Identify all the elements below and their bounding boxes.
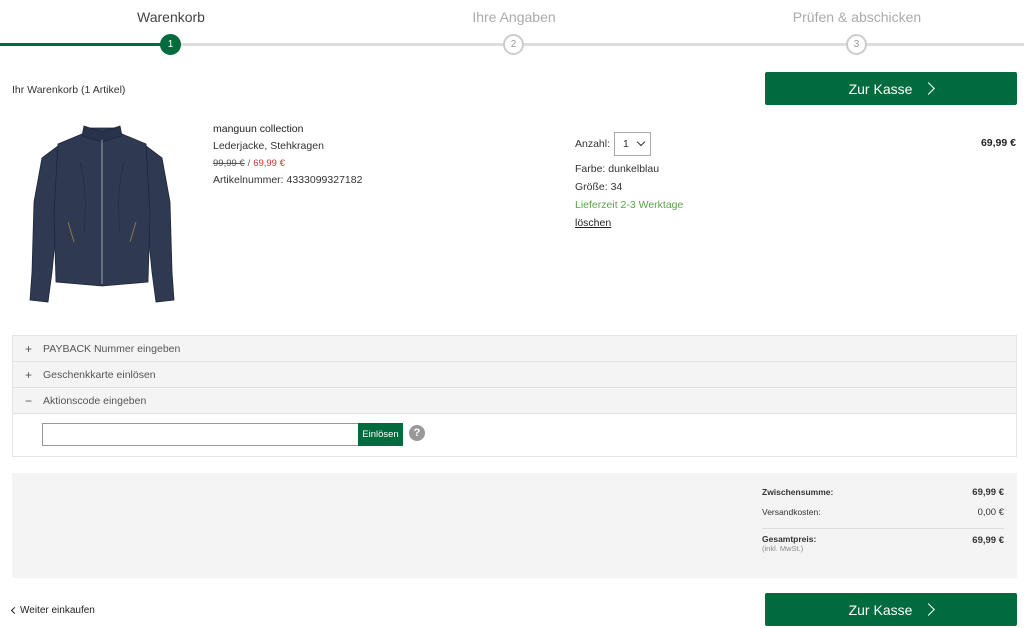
quantity-row: Anzahl: 1 [575, 132, 652, 156]
step-label-review: Prüfen & abschicken [792, 9, 922, 25]
quantity-select[interactable]: 1 [614, 132, 652, 156]
product-color: Farbe: dunkelblau [575, 163, 660, 175]
product-name[interactable]: Lederjacke, Stehkragen [213, 138, 362, 155]
old-price: 99,99 € [213, 158, 245, 169]
subtotal-value: 69,99 € [972, 487, 1004, 498]
article-number: Artikelnummer: 4333099327182 [213, 174, 363, 186]
quantity-value: 1 [623, 138, 629, 150]
accordion-giftcard[interactable]: + Geschenkkarte einlösen [13, 362, 1016, 388]
chevron-right-icon [922, 82, 936, 95]
help-icon[interactable]: ? [409, 425, 425, 441]
shipping-row: Versandkosten: 0,00 € [762, 507, 1004, 518]
accordion-promo[interactable]: − Aktionscode eingeben [13, 388, 1016, 414]
total-note: (inkl. MwSt.) [762, 544, 804, 553]
minus-icon: − [25, 393, 33, 408]
checkout-button-top[interactable]: Zur Kasse [765, 72, 1017, 105]
delete-link[interactable]: löschen [575, 214, 683, 232]
product-prices: 99,99 € / 69,99 € [213, 155, 362, 172]
checkout-button-bottom[interactable]: Zur Kasse [765, 593, 1017, 626]
subtotal-row: Zwischensumme: 69,99 € [762, 487, 1004, 498]
chevron-down-icon [636, 137, 646, 147]
product-info: manguun collection Lederjacke, Stehkrage… [213, 121, 362, 189]
chevron-right-icon [922, 603, 936, 616]
voucher-accordion: + PAYBACK Nummer eingeben + Geschenkkart… [12, 335, 1017, 457]
shipping-value: 0,00 € [977, 507, 1004, 518]
promo-panel: Einlösen ? [13, 414, 1016, 456]
chevron-left-icon [10, 606, 19, 615]
promo-code-input[interactable] [42, 423, 359, 446]
total-row: Gesamtpreis: (inkl. MwSt.) 69,99 € [762, 534, 1004, 554]
accordion-payback[interactable]: + PAYBACK Nummer eingeben [13, 336, 1016, 362]
checkout-button-label: Zur Kasse [848, 601, 913, 618]
step-dot-1: 1 [160, 34, 181, 55]
product-image[interactable] [28, 122, 176, 308]
accordion-promo-label: Aktionscode eingeben [43, 394, 147, 407]
quantity-label: Anzahl: [575, 138, 611, 150]
continue-shopping-label: Weiter einkaufen [20, 605, 95, 616]
step-label-details: Ihre Angaben [472, 9, 556, 25]
price-separator: / [247, 158, 251, 169]
total-label: Gesamtpreis: [762, 534, 817, 544]
shipping-label: Versandkosten: [762, 507, 821, 517]
checkout-stepper: Warenkorb Ihre Angaben Prüfen & abschick… [0, 0, 1024, 56]
product-brand[interactable]: manguun collection [213, 121, 362, 138]
stepper-track-pending [171, 43, 1024, 46]
continue-shopping-link[interactable]: Weiter einkaufen [10, 605, 95, 616]
product-attributes: Farbe: dunkelblau Größe: 34 Lieferzeit 2… [575, 160, 683, 232]
summary-divider [762, 528, 1004, 529]
line-total: 69,99 € [980, 137, 1016, 149]
step-dot-2: 2 [503, 34, 524, 55]
order-summary: Zwischensumme: 69,99 € Versandkosten: 0,… [12, 473, 1017, 578]
cart-title: Ihr Warenkorb (1 Artikel) [12, 84, 126, 96]
delivery-time: Lieferzeit 2-3 Werktage [575, 199, 684, 211]
step-label-cart: Warenkorb [137, 9, 205, 25]
stepper-track-done [0, 43, 171, 46]
plus-icon: + [25, 367, 33, 382]
total-value: 69,99 € [972, 535, 1004, 546]
plus-icon: + [25, 341, 33, 356]
accordion-payback-label: PAYBACK Nummer eingeben [43, 342, 181, 355]
checkout-button-label: Zur Kasse [848, 80, 913, 97]
subtotal-label: Zwischensumme: [762, 487, 834, 497]
new-price: 69,99 € [253, 158, 285, 169]
accordion-giftcard-label: Geschenkkarte einlösen [43, 368, 156, 381]
redeem-button[interactable]: Einlösen [358, 423, 403, 446]
step-dot-3: 3 [846, 34, 867, 55]
product-size: Größe: 34 [575, 181, 623, 193]
